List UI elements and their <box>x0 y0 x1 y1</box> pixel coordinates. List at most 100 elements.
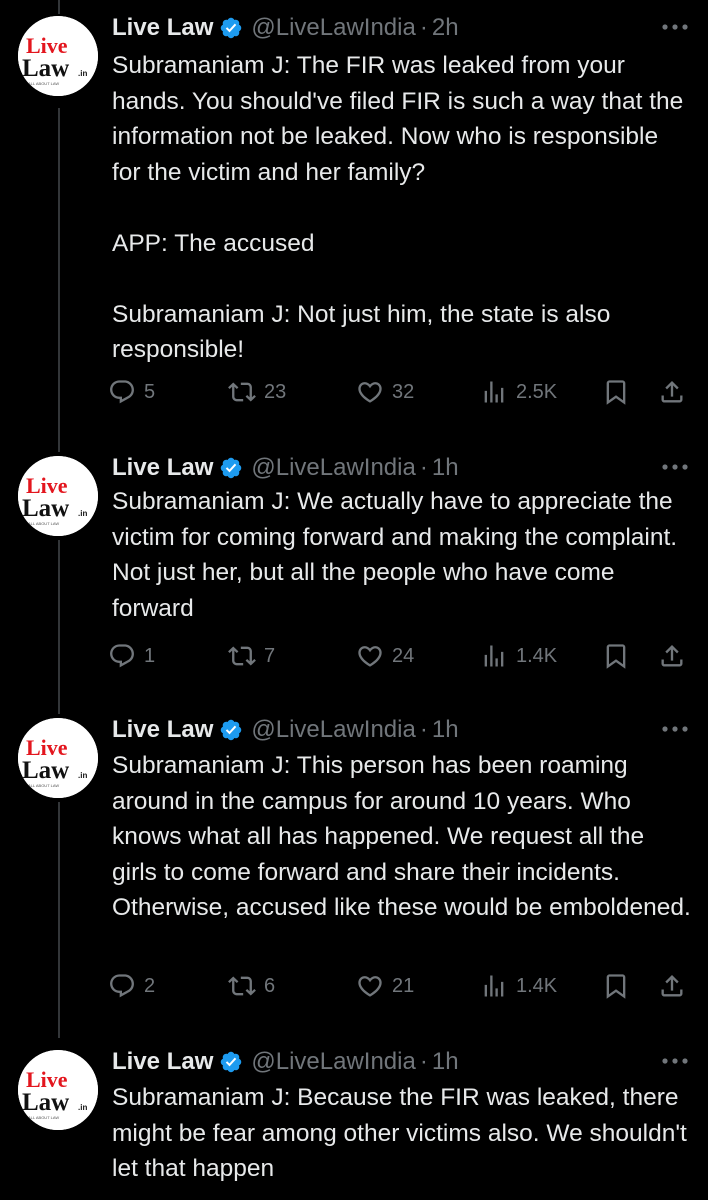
svg-text:.in: .in <box>78 69 87 78</box>
reply-count: 1 <box>144 644 156 667</box>
repost-count: 7 <box>264 644 276 667</box>
tweet[interactable]: Live Law .in ALL ABOUT LAW Live Law @Liv… <box>0 710 708 1030</box>
bookmark-button[interactable] <box>602 966 630 1006</box>
more-options-icon[interactable] <box>660 1054 690 1068</box>
reply-icon <box>110 974 134 998</box>
more-options-icon[interactable] <box>660 460 690 474</box>
handle[interactable]: @LiveLawIndia <box>251 716 415 744</box>
avatar[interactable]: Live Law .in ALL ABOUT LAW <box>18 456 98 536</box>
verified-badge-icon[interactable] <box>219 1050 243 1074</box>
repost-icon <box>228 976 256 996</box>
tweet-text: Subramaniam J: The FIR was leaked from y… <box>112 48 692 368</box>
heart-icon <box>358 382 382 403</box>
repost-count: 6 <box>264 974 276 997</box>
views-icon <box>484 975 504 997</box>
repost-button[interactable]: 23 <box>228 372 286 412</box>
repost-count: 23 <box>264 380 287 403</box>
reply-icon <box>110 644 134 668</box>
views-button[interactable]: 1.4K <box>480 966 557 1006</box>
tweet[interactable]: Live Law .in ALL ABOUT LAW Live Law @Liv… <box>0 8 708 438</box>
share-button[interactable] <box>658 966 686 1006</box>
verified-badge-icon[interactable] <box>219 718 243 742</box>
views-button[interactable]: 2.5K <box>480 372 557 412</box>
heart-icon <box>358 976 382 997</box>
handle[interactable]: @LiveLawIndia <box>251 14 415 42</box>
tweet-header: Live Law @LiveLawIndia · 2h <box>112 8 459 48</box>
separator: · <box>419 454 428 481</box>
like-count: 24 <box>392 644 415 667</box>
share-button[interactable] <box>658 636 686 676</box>
share-icon <box>661 645 683 667</box>
display-name[interactable]: Live Law <box>112 1048 213 1076</box>
svg-text:Law: Law <box>22 495 69 522</box>
svg-text:ALL ABOUT LAW: ALL ABOUT LAW <box>28 81 59 86</box>
livelaw-logo-icon: Live Law .in ALL ABOUT LAW <box>18 718 98 798</box>
share-button[interactable] <box>658 372 686 412</box>
reply-count: 2 <box>144 974 156 997</box>
heart-icon <box>358 646 382 667</box>
bookmark-icon <box>606 644 626 669</box>
svg-text:Law: Law <box>22 55 69 82</box>
bookmark-button[interactable] <box>602 636 630 676</box>
timestamp[interactable]: 1h <box>432 454 459 482</box>
svg-text:.in: .in <box>78 509 87 518</box>
svg-text:ALL ABOUT LAW: ALL ABOUT LAW <box>28 783 59 788</box>
timestamp[interactable]: 1h <box>432 716 459 744</box>
display-name[interactable]: Live Law <box>112 14 213 42</box>
separator: · <box>419 1048 428 1075</box>
reply-count: 5 <box>144 380 156 403</box>
bookmark-icon <box>606 974 626 999</box>
repost-button[interactable]: 7 <box>228 636 275 676</box>
svg-text:Law: Law <box>22 1089 69 1116</box>
like-button[interactable]: 24 <box>356 636 414 676</box>
reply-button[interactable]: 5 <box>108 372 155 412</box>
avatar[interactable]: Live Law .in ALL ABOUT LAW <box>18 718 98 798</box>
views-icon <box>484 381 504 403</box>
avatar[interactable]: Live Law .in ALL ABOUT LAW <box>18 1050 98 1130</box>
tweet-header: Live Law @LiveLawIndia · 1h <box>112 1042 459 1082</box>
like-button[interactable]: 32 <box>356 372 414 412</box>
verified-badge-icon[interactable] <box>219 456 243 480</box>
reply-icon <box>110 380 134 404</box>
views-icon <box>484 645 504 667</box>
tweet-paragraph: APP: The accused <box>112 229 315 257</box>
handle[interactable]: @LiveLawIndia <box>251 454 415 482</box>
tweet[interactable]: Live Law .in ALL ABOUT LAW Live Law @Liv… <box>0 1042 708 1200</box>
tweet-paragraph: Subramaniam J: Not just him, the state i… <box>112 300 611 364</box>
like-count: 21 <box>392 974 415 997</box>
livelaw-logo-icon: Live Law .in ALL ABOUT LAW <box>18 456 98 536</box>
tweet-text: Subramaniam J: This person has been roam… <box>112 748 692 926</box>
like-button[interactable]: 21 <box>356 966 414 1006</box>
share-icon <box>661 381 683 403</box>
repost-button[interactable]: 6 <box>228 966 275 1006</box>
bookmark-icon <box>606 380 626 405</box>
more-options-icon[interactable] <box>660 722 690 736</box>
avatar[interactable]: Live Law .in ALL ABOUT LAW <box>18 16 98 96</box>
timestamp[interactable]: 2h <box>432 14 459 42</box>
timestamp[interactable]: 1h <box>432 1048 459 1076</box>
tweet-actions: 5 23 32 2.5K <box>108 372 698 412</box>
tweet-text: Subramaniam J: We actually have to appre… <box>112 484 692 626</box>
svg-text:.in: .in <box>78 1103 87 1112</box>
tweet-actions: 1 7 24 1.4K <box>108 636 698 676</box>
bookmark-button[interactable] <box>602 372 630 412</box>
verified-badge-icon[interactable] <box>219 16 243 40</box>
livelaw-logo-icon: Live Law .in ALL ABOUT LAW <box>18 1050 98 1130</box>
svg-text:.in: .in <box>78 771 87 780</box>
more-options-icon[interactable] <box>660 20 690 34</box>
reply-button[interactable]: 1 <box>108 636 155 676</box>
views-button[interactable]: 1.4K <box>480 636 557 676</box>
display-name[interactable]: Live Law <box>112 454 213 482</box>
tweet-paragraph: Subramaniam J: This person has been roam… <box>112 752 691 921</box>
share-icon <box>661 975 683 997</box>
svg-text:ALL ABOUT LAW: ALL ABOUT LAW <box>28 1115 59 1120</box>
livelaw-logo-icon: Live Law .in ALL ABOUT LAW <box>18 16 98 96</box>
separator: · <box>419 14 428 41</box>
display-name[interactable]: Live Law <box>112 716 213 744</box>
like-count: 32 <box>392 380 415 403</box>
view-count: 2.5K <box>516 380 558 403</box>
tweet-paragraph: Subramaniam J: The FIR was leaked from y… <box>112 52 684 186</box>
tweet[interactable]: Live Law .in ALL ABOUT LAW Live Law @Liv… <box>0 448 708 698</box>
handle[interactable]: @LiveLawIndia <box>251 1048 415 1076</box>
reply-button[interactable]: 2 <box>108 966 155 1006</box>
